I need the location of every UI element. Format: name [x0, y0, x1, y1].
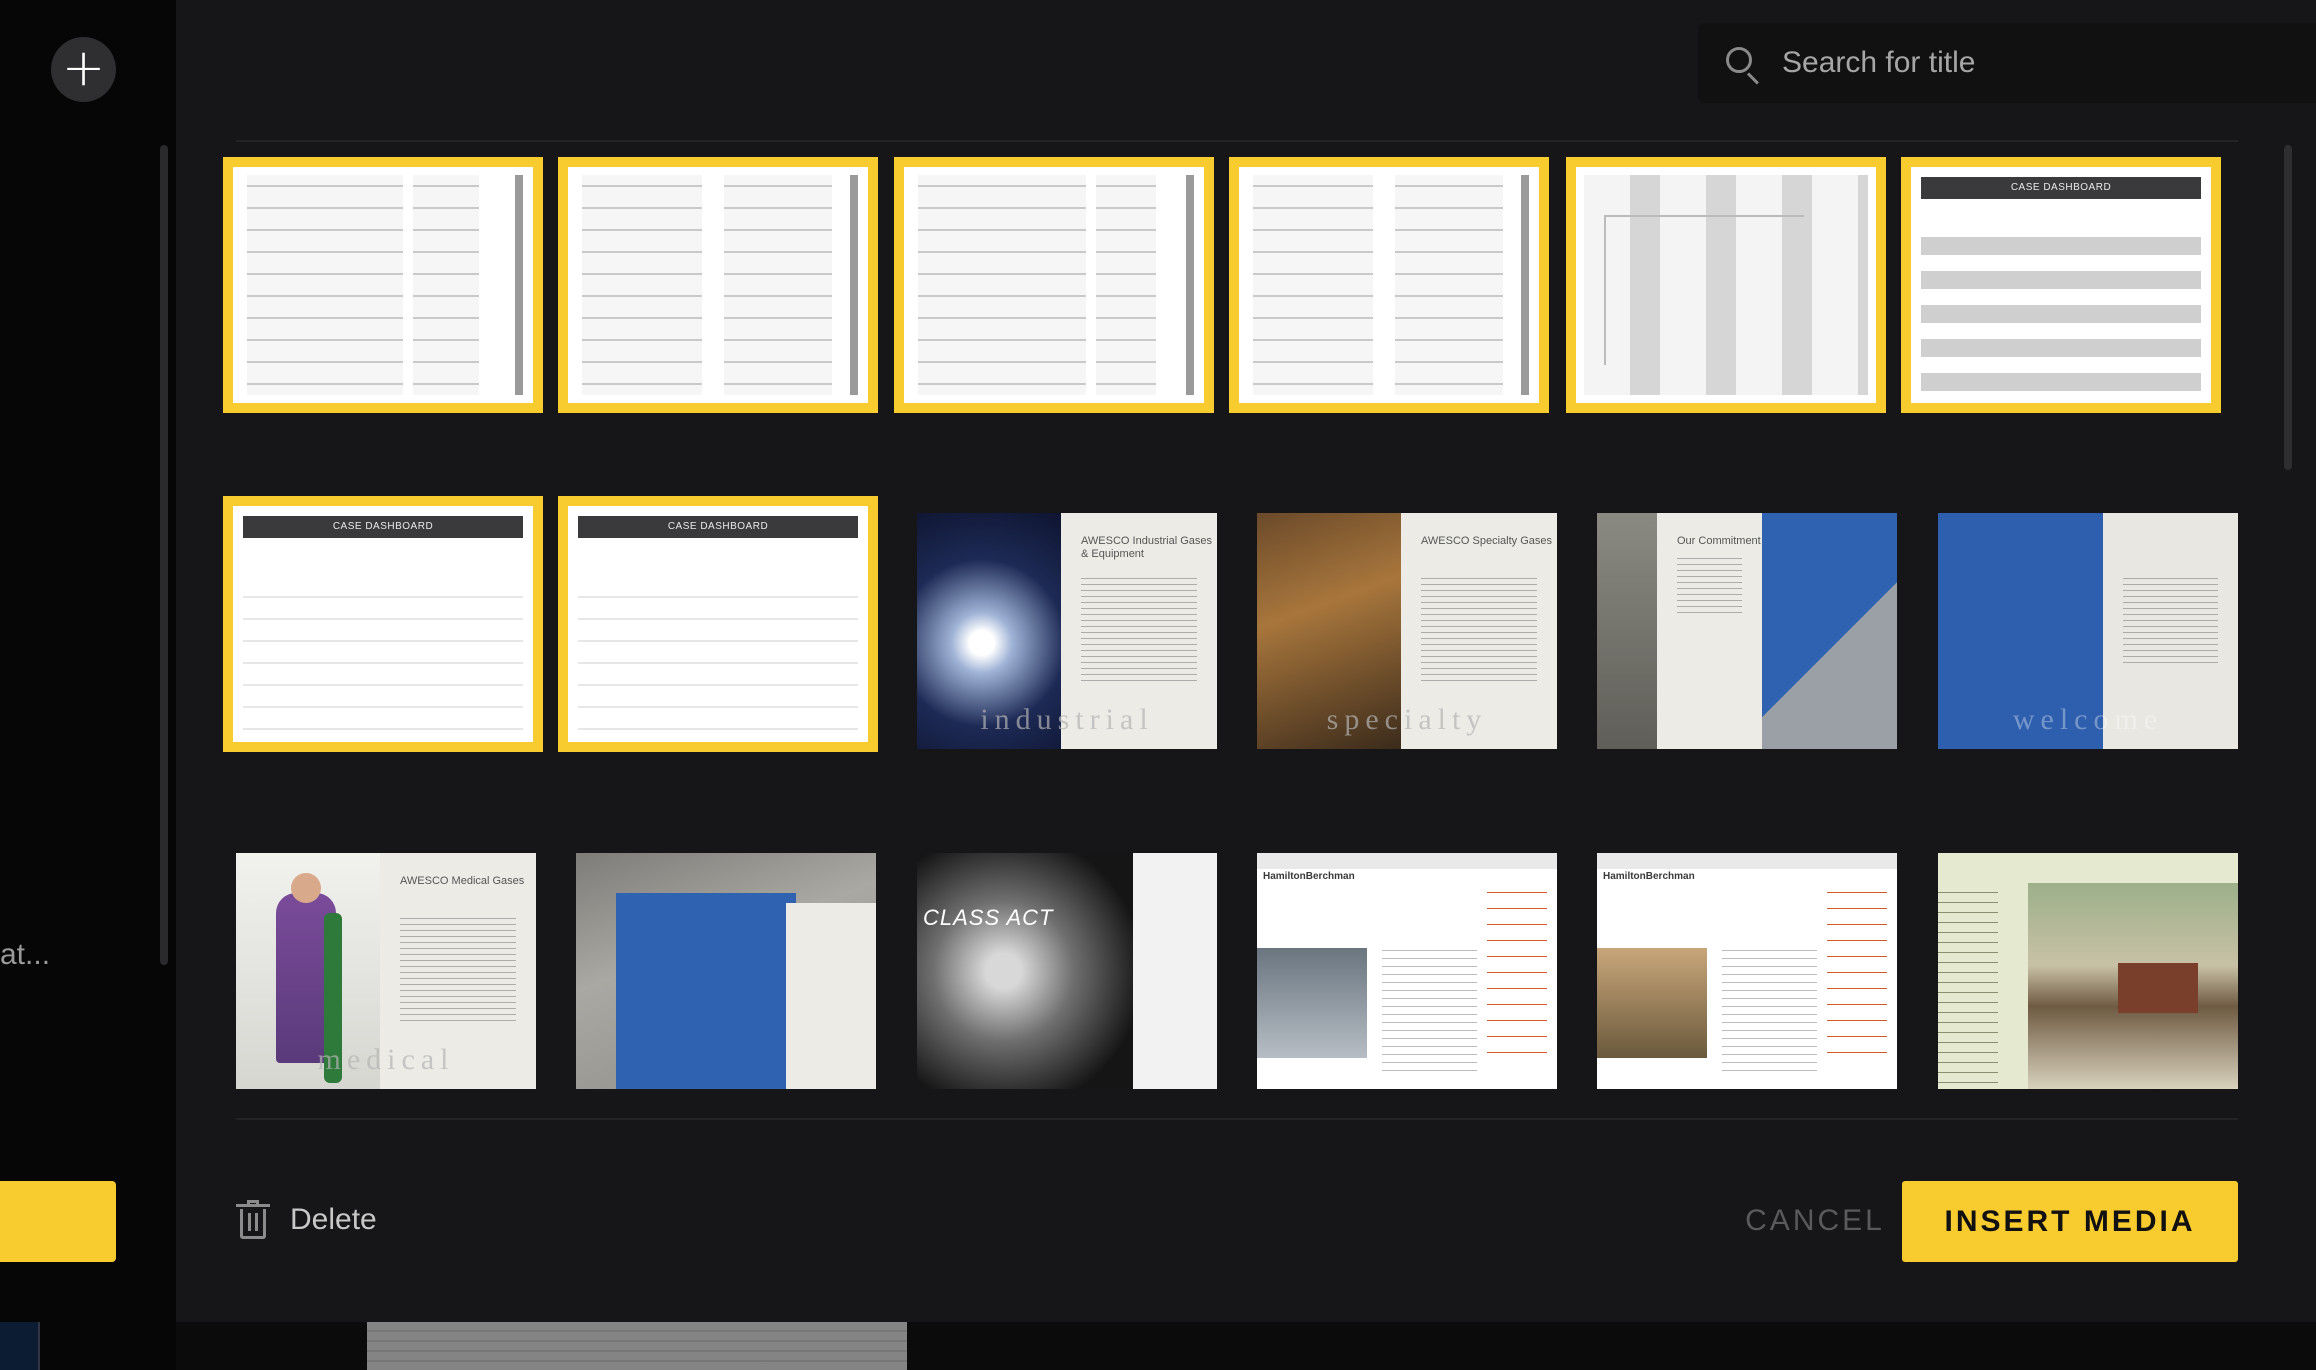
media-thumbnail-7[interactable]: CASE DASHBOARD	[223, 496, 543, 752]
media-thumbnail-12[interactable]: welcome	[1938, 513, 2238, 749]
media-thumbnail-15[interactable]: CLASS ACT	[917, 853, 1217, 1089]
trash-icon	[236, 1200, 270, 1240]
thumbnail-header: CASE DASHBOARD	[578, 516, 858, 538]
search-icon	[1724, 45, 1760, 85]
cancel-button[interactable]: CANCEL	[1725, 1181, 1905, 1261]
media-thumbnail-6[interactable]: CASE DASHBOARD	[1901, 157, 2221, 413]
media-thumbnail-18[interactable]	[1938, 853, 2238, 1089]
delete-label: Delete	[290, 1203, 377, 1236]
delete-button[interactable]: Delete	[236, 1192, 377, 1248]
thumbnail-watermark: welcome	[2012, 703, 2164, 736]
media-thumbnail-11[interactable]: Our Commitment	[1597, 513, 1897, 749]
media-thumbnail-10[interactable]: AWESCO Specialty Gases specialty	[1257, 513, 1557, 749]
media-thumbnail-9[interactable]: AWESCO Industrial Gases & Equipment indu…	[917, 513, 1217, 749]
media-thumbnail-8[interactable]: CASE DASHBOARD	[558, 496, 878, 752]
media-thumbnail-3[interactable]	[894, 157, 1214, 413]
sidebar-scrollbar[interactable]	[160, 145, 168, 965]
media-picker-modal: CASE DASHBOARD CASE DASHBOARD CASE DASHB…	[176, 0, 2316, 1322]
thumbnail-heading: AWESCO Medical Gases	[400, 875, 525, 887]
media-thumbnail-13[interactable]: AWESCO Medical Gases medical	[236, 853, 536, 1089]
insert-media-button[interactable]: INSERT MEDIA	[1902, 1181, 2238, 1262]
media-thumbnail-2[interactable]	[558, 157, 878, 413]
media-thumbnail-14[interactable]	[576, 853, 876, 1089]
media-thumbnail-4[interactable]	[1229, 157, 1549, 413]
sidebar-thumbnail	[0, 1322, 40, 1370]
thumbnail-heading: CLASS ACT	[923, 905, 1054, 930]
left-sidebar: + at...	[0, 0, 176, 1370]
thumbnail-brand: HamiltonBerchman	[1603, 871, 1695, 882]
media-thumbnail-17[interactable]: HamiltonBerchman	[1597, 853, 1897, 1089]
media-thumbnail-1[interactable]	[223, 157, 543, 413]
media-thumbnail-16[interactable]: HamiltonBerchman	[1257, 853, 1557, 1089]
thumbnail-heading: AWESCO Specialty Gases	[1421, 535, 1553, 547]
thumbnail-watermark: specialty	[1326, 703, 1488, 736]
bottom-divider	[236, 1118, 2238, 1120]
background-table-preview	[367, 1322, 907, 1370]
search-box[interactable]	[1698, 23, 2316, 103]
thumbnail-heading: Our Commitment	[1677, 535, 1761, 547]
app-window: + at... CASE DASHBOARD	[0, 0, 2316, 1370]
top-divider	[236, 140, 2238, 142]
add-button[interactable]: +	[51, 37, 116, 102]
grid-scrollbar[interactable]	[2284, 145, 2292, 470]
thumbnail-header: CASE DASHBOARD	[243, 516, 523, 538]
sidebar-truncated-label: at...	[0, 938, 51, 971]
sidebar-yellow-button[interactable]	[0, 1181, 116, 1262]
thumbnail-brand: HamiltonBerchman	[1263, 871, 1355, 882]
thumbnail-header: CASE DASHBOARD	[1921, 177, 2201, 199]
plus-icon: +	[61, 37, 106, 98]
thumbnail-watermark: medical	[317, 1043, 455, 1076]
media-thumbnail-5[interactable]	[1566, 157, 1886, 413]
search-input[interactable]	[1782, 46, 2316, 80]
thumbnail-heading: AWESCO Industrial Gases & Equipment	[1081, 535, 1213, 560]
thumbnail-watermark: industrial	[980, 703, 1154, 736]
